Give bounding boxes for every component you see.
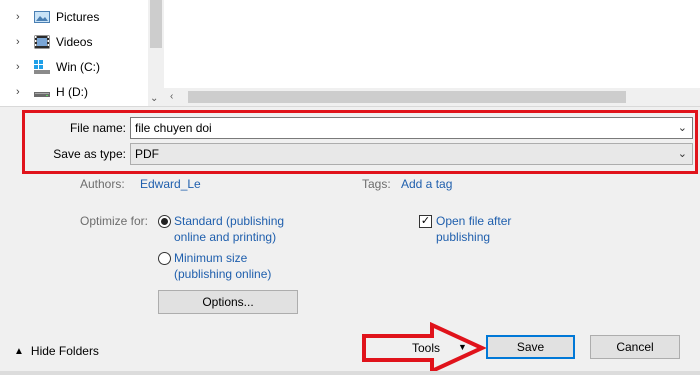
tags-value[interactable]: Add a tag <box>401 177 452 191</box>
standard-option-line2[interactable]: online and printing) <box>174 229 276 245</box>
file-name-value: file chuyen doi <box>135 121 212 135</box>
chevron-up-icon: ▲ <box>14 345 24 357</box>
open-after-checkbox[interactable]: ✓ <box>419 215 432 228</box>
save-button[interactable]: Save <box>486 335 575 359</box>
file-name-input[interactable]: file chuyen doi ⌄ <box>130 117 693 139</box>
tree-vertical-scrollbar[interactable]: ⌄ <box>148 0 164 106</box>
hide-folders-button[interactable]: ▲ Hide Folders <box>14 344 99 358</box>
tree-item-label: H (D:) <box>56 85 88 99</box>
standard-option-line1[interactable]: Standard (publishing <box>174 213 284 229</box>
hide-folders-label: Hide Folders <box>30 344 99 358</box>
windows-drive-icon <box>34 60 50 74</box>
file-list-horizontal-scrollbar[interactable]: ‹ <box>164 88 700 106</box>
pictures-icon <box>34 10 50 24</box>
file-list[interactable] <box>164 0 700 88</box>
arrow-annotation-icon <box>362 322 486 374</box>
authors-value[interactable]: Edward_Le <box>140 177 201 191</box>
chevron-right-icon[interactable]: › <box>16 36 20 48</box>
scrollbar-thumb[interactable] <box>188 91 626 103</box>
open-after-line2[interactable]: publishing <box>436 229 490 245</box>
tree-item-videos[interactable]: › Videos <box>0 31 148 53</box>
tree-item-label: Videos <box>56 35 93 49</box>
navigation-tree: › Pictures › Videos › Win (C:) › H (D:) <box>0 0 148 106</box>
save-as-type-label: Save as type: <box>53 147 126 161</box>
cancel-button[interactable]: Cancel <box>590 335 680 359</box>
videos-icon <box>34 35 50 49</box>
chevron-right-icon[interactable]: › <box>16 11 20 23</box>
tags-label: Tags: <box>362 177 391 191</box>
scrollbar-thumb[interactable] <box>150 0 162 48</box>
chevron-right-icon[interactable]: › <box>16 61 20 73</box>
window-bottom-edge <box>0 371 700 375</box>
authors-label: Authors: <box>80 177 125 191</box>
chevron-down-icon[interactable]: ⌄ <box>678 147 687 160</box>
chevron-left-icon[interactable]: ‹ <box>170 91 173 102</box>
chevron-right-icon[interactable]: › <box>16 86 20 98</box>
tree-item-h-d[interactable]: › H (D:) <box>0 81 148 103</box>
save-as-type-select[interactable]: PDF ⌄ <box>130 143 693 165</box>
options-button[interactable]: Options... <box>158 290 298 314</box>
file-name-label: File name: <box>69 121 126 135</box>
save-as-type-value: PDF <box>135 147 159 161</box>
optimize-for-label: Optimize for: <box>80 214 149 228</box>
tree-item-pictures[interactable]: › Pictures <box>0 6 148 28</box>
minimum-size-radio[interactable] <box>158 252 171 265</box>
tree-item-label: Win (C:) <box>56 60 100 74</box>
minimum-option-line1[interactable]: Minimum size <box>174 250 247 266</box>
tree-item-win-c[interactable]: › Win (C:) <box>0 56 148 78</box>
open-after-line1[interactable]: Open file after <box>436 213 511 229</box>
divider <box>0 106 700 107</box>
standard-radio[interactable] <box>158 215 171 228</box>
tree-item-label: Pictures <box>56 10 100 24</box>
minimum-option-line2[interactable]: (publishing online) <box>174 266 271 282</box>
chevron-down-icon[interactable]: ⌄ <box>678 121 687 134</box>
drive-icon <box>34 85 50 99</box>
chevron-down-icon[interactable]: ⌄ <box>150 93 158 104</box>
